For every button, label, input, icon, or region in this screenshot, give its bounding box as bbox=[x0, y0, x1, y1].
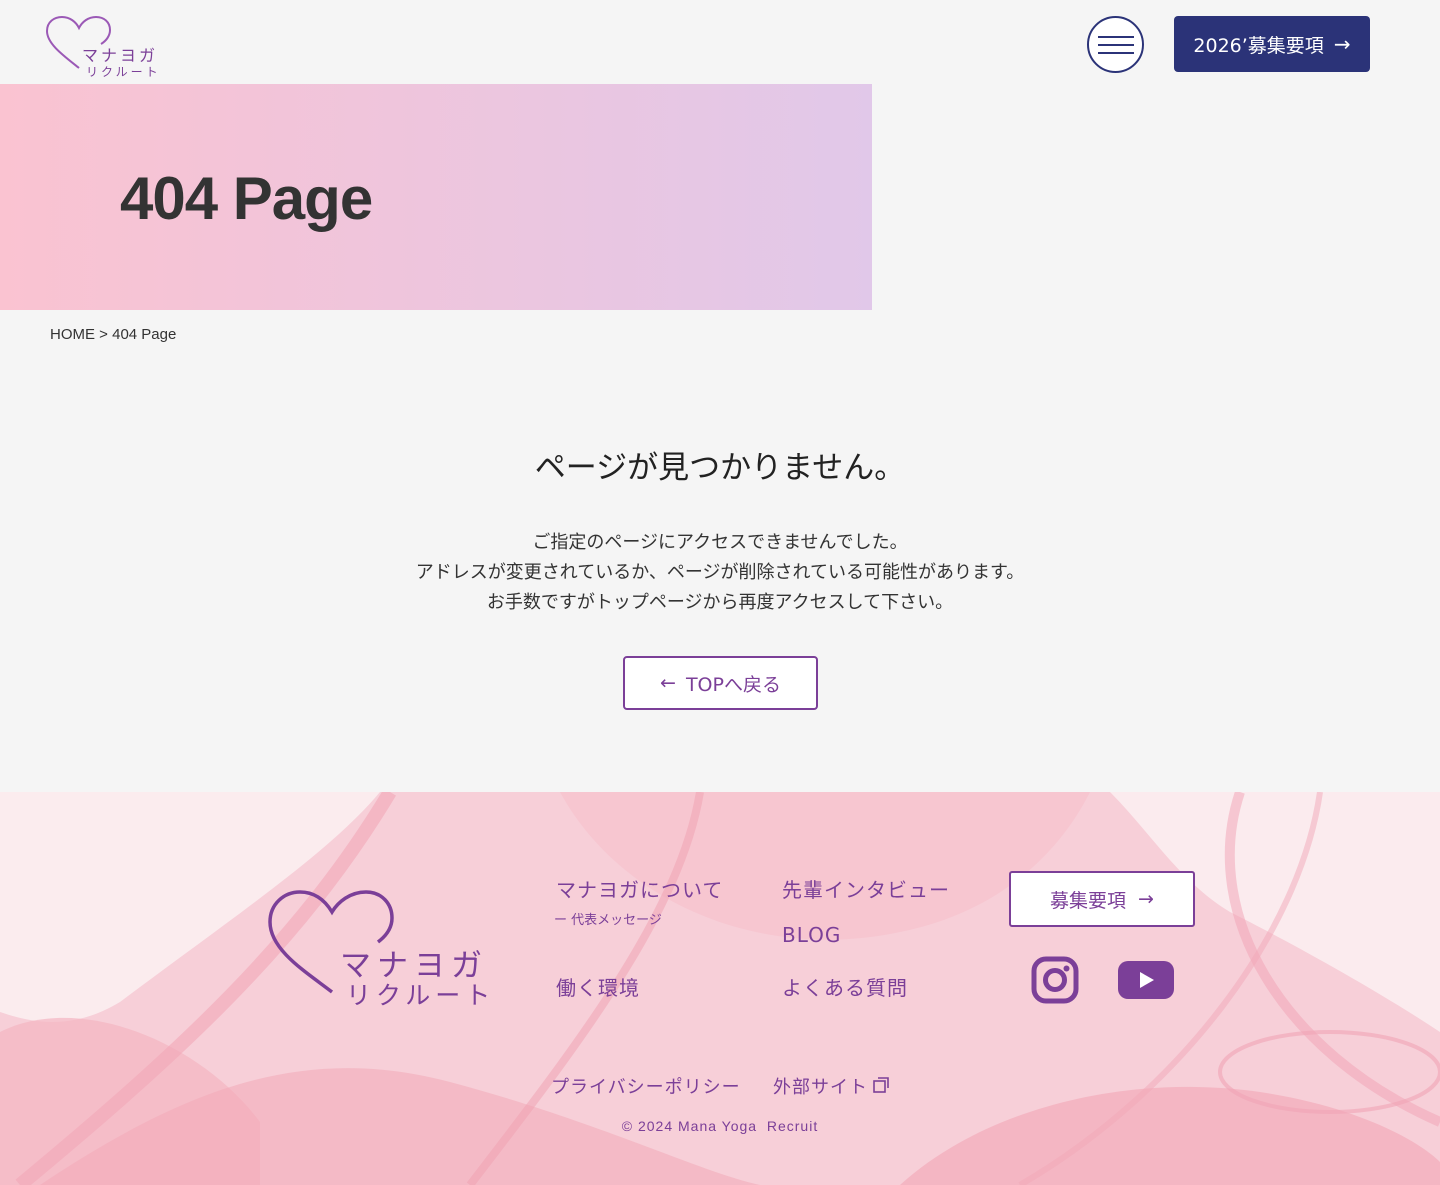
arrow-right-icon: → bbox=[1333, 32, 1351, 56]
footer-link-environment[interactable]: 働く環境 bbox=[556, 972, 640, 1001]
not-found-message: ご指定のページにアクセスできませんでした。 アドレスが変更されているか、ページが… bbox=[0, 528, 1440, 618]
privacy-policy-link[interactable]: プライバシーポリシー bbox=[551, 1073, 741, 1099]
back-to-top-label: TOPへ戻る bbox=[685, 673, 781, 696]
breadcrumb-home-link[interactable]: HOME bbox=[50, 326, 95, 343]
copyright: © 2024 Mana Yoga Recruit bbox=[621, 1118, 819, 1134]
external-link-icon bbox=[873, 1077, 889, 1093]
footer-logo-text-sub: リクルート bbox=[346, 981, 496, 1010]
hamburger-icon-line bbox=[1097, 51, 1134, 54]
footer-recruitment-label: 募集要項 bbox=[1050, 889, 1127, 912]
message-line: お手数ですがトップページから再度アクセスして下さい。 bbox=[486, 592, 954, 613]
footer-link-blog[interactable]: BLOG bbox=[782, 923, 841, 947]
hamburger-menu-button[interactable] bbox=[1087, 16, 1144, 73]
footer-logo[interactable]: マナヨガ リクルート bbox=[264, 888, 490, 1013]
arrow-right-icon: → bbox=[1138, 888, 1154, 910]
external-site-link[interactable]: 外部サイト bbox=[773, 1073, 868, 1099]
message-line: ご指定のページにアクセスできませんでした。 bbox=[532, 532, 908, 553]
footer-link-about[interactable]: マナヨガについて bbox=[556, 874, 723, 903]
header-logo[interactable]: マナヨガ リクルート bbox=[44, 14, 159, 80]
footer-link-faq[interactable]: よくある質問 bbox=[782, 972, 908, 1001]
breadcrumb: HOME > 404 Page bbox=[50, 326, 176, 343]
recruitment-2026-button[interactable]: 2026’募集要項 → bbox=[1174, 16, 1370, 72]
recruitment-2026-label: 2026’募集要項 bbox=[1193, 34, 1324, 57]
logo-text-sub: リクルート bbox=[86, 65, 161, 79]
footer-link-interview[interactable]: 先輩インタビュー bbox=[782, 874, 950, 903]
not-found-heading: ページが見つかりません。 bbox=[534, 450, 906, 486]
breadcrumb-separator: > bbox=[95, 326, 113, 343]
breadcrumb-current: 404 Page bbox=[112, 326, 177, 343]
footer-link-message[interactable]: ー 代表メッセージ bbox=[554, 909, 662, 928]
instagram-icon[interactable] bbox=[1031, 956, 1079, 1004]
page-title: 404 Page bbox=[120, 165, 373, 232]
youtube-icon[interactable] bbox=[1118, 961, 1174, 999]
hamburger-icon bbox=[1097, 35, 1134, 38]
page-hero: 404 Page bbox=[0, 84, 872, 310]
footer-recruitment-button[interactable]: 募集要項 → bbox=[1009, 871, 1195, 927]
arrow-left-icon: ← bbox=[660, 672, 676, 694]
site-footer: マナヨガ リクルート マナヨガについて ー 代表メッセージ 先輩インタビュー B… bbox=[0, 792, 1440, 1185]
back-to-top-button[interactable]: ← TOPへ戻る bbox=[623, 656, 818, 710]
message-line: アドレスが変更されているか、ページが削除されている可能性があります。 bbox=[415, 562, 1025, 583]
hamburger-icon-line bbox=[1097, 43, 1134, 46]
